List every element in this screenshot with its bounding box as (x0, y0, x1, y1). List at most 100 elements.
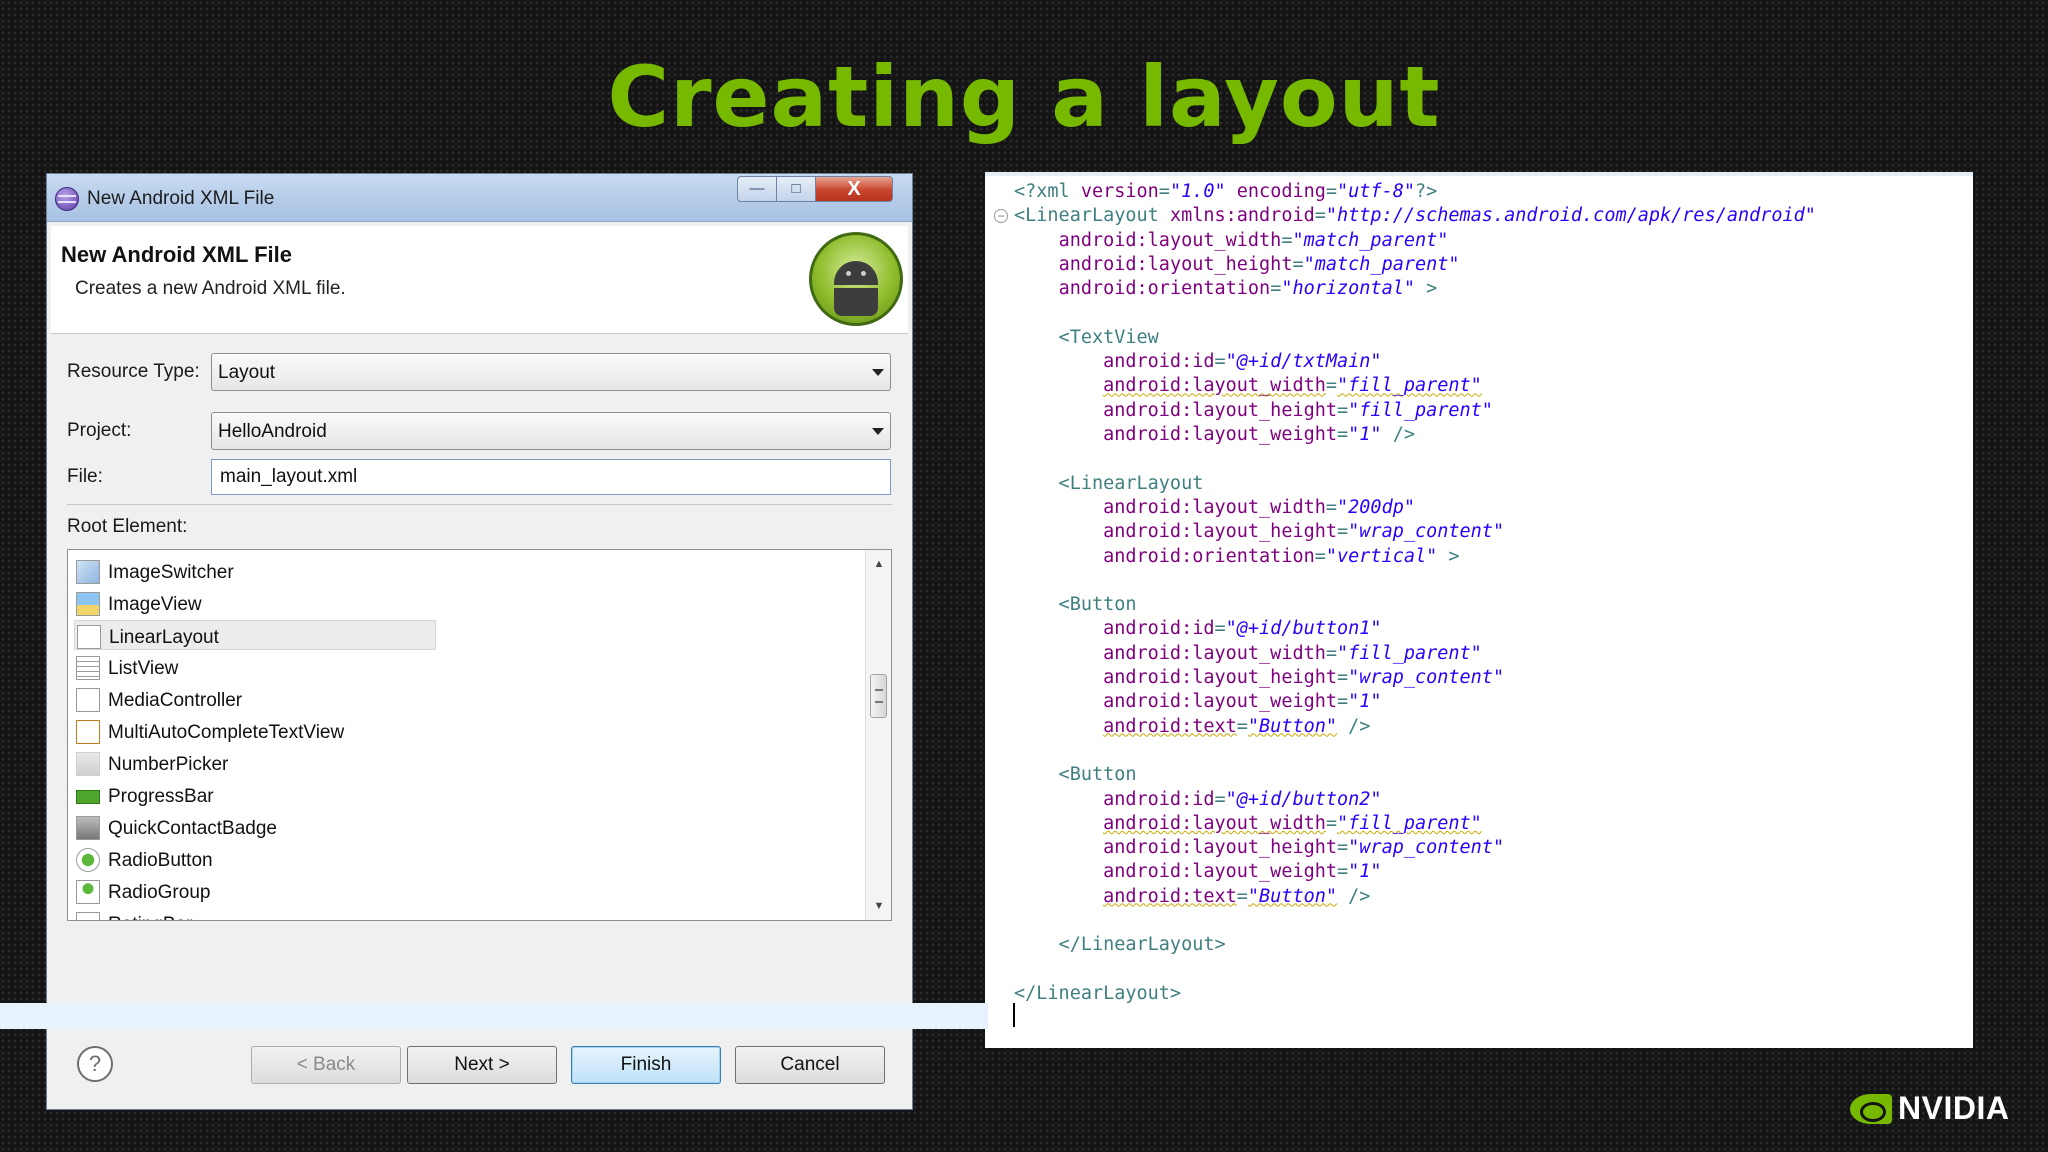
tree-item[interactable]: ImageSwitcher (74, 556, 674, 586)
nvidia-wordmark: NVIDIA (1898, 1090, 2010, 1126)
slide-title: Creating a layout (607, 48, 1441, 146)
editor-top-strip (985, 172, 1973, 176)
code-line: android:layout_weight="1" /> (1103, 424, 1415, 445)
tree-item-label: NumberPicker (108, 754, 229, 775)
tree-item[interactable]: MultiAutoCompleteTextView (74, 716, 674, 746)
code-line: android:layout_width="fill_parent" (1103, 375, 1482, 397)
tree-item[interactable]: RatingBar (74, 908, 674, 920)
chevron-down-icon (872, 369, 884, 376)
resource-type-value: Layout (218, 362, 276, 383)
code-line: android:layout_height="wrap_content" (1103, 521, 1505, 543)
nvidia-logo: NVIDIA (1850, 1090, 2010, 1130)
code-line: android:layout_width="200dp" (1103, 496, 1415, 518)
root-element-label: Root Element: (67, 516, 188, 537)
tree-item-label: RadioGroup (108, 882, 211, 903)
code-line: android:id="@+id/txtMain" (1103, 351, 1382, 373)
linear-layout-icon (77, 625, 101, 649)
android-head (834, 261, 878, 285)
tree-item[interactable]: NumberPicker (74, 748, 674, 778)
resource-type-label: Resource Type: (67, 361, 200, 382)
scroll-up-arrow-icon[interactable]: ▲ (866, 554, 891, 574)
current-line-highlight (0, 1003, 988, 1029)
tree-item[interactable]: QuickContactBadge (74, 812, 674, 842)
maximize-button[interactable]: □ (776, 176, 816, 202)
code-line: android:layout_height="match_parent" (1058, 253, 1460, 275)
scroll-thumb[interactable] (870, 674, 887, 718)
list-scrollbar[interactable]: ▲ ▼ (865, 550, 891, 920)
code-line: android:id="@+id/button1" (1103, 618, 1382, 640)
tree-item-label: ProgressBar (108, 786, 214, 807)
window-titlebar[interactable]: New Android XML File — □ X (47, 174, 912, 222)
code-line: <?xml version="1.0" encoding="utf-8"?> (1014, 181, 1438, 202)
wizard-title: New Android XML File (61, 242, 293, 267)
tree-item-label: QuickContactBadge (108, 818, 277, 839)
code-line: android:layout_width="fill_parent" (1103, 642, 1482, 664)
wizard-header: New Android XML File Creates a new Andro… (51, 226, 908, 334)
tree-item[interactable]: RadioGroup (74, 876, 674, 906)
code-line: android:layout_weight="1" (1103, 691, 1382, 713)
tree-item-label: RatingBar (108, 914, 193, 920)
project-select[interactable]: HelloAndroid (211, 412, 891, 450)
code-line: android:layout_width="match_parent" (1058, 229, 1449, 251)
nvidia-eye-icon (1850, 1094, 1892, 1124)
form-divider (67, 504, 892, 505)
code-line: <LinearLayout (1014, 472, 1204, 494)
tree-item[interactable]: ListView (74, 652, 674, 682)
number-picker-icon (76, 752, 100, 776)
tree-item[interactable]: MediaController (74, 684, 674, 714)
resource-type-select[interactable]: Layout (211, 353, 891, 391)
tree-item-label: ImageSwitcher (108, 562, 234, 583)
radio-button-icon (76, 848, 100, 872)
help-icon[interactable]: ? (77, 1046, 113, 1082)
file-label: File: (67, 466, 103, 487)
list-view-icon (76, 656, 100, 680)
progress-bar-icon (76, 790, 100, 804)
root-element-list[interactable]: ImageSwitcher ImageView LinearLayout ListVi… (67, 549, 892, 921)
finish-button[interactable]: Finish (571, 1046, 721, 1084)
code-line: </LinearLayout> (1014, 934, 1226, 956)
code-line: android:layout_height="wrap_content" (1103, 837, 1505, 859)
tree-item[interactable]: RadioButton (74, 844, 674, 874)
android-logo-icon (809, 232, 903, 326)
tree-item-label: RadioButton (108, 850, 213, 871)
code-line: </LinearLayout> (1014, 982, 1182, 1004)
code-line: android:text="Button" /> (1103, 885, 1371, 907)
back-button[interactable]: < Back (251, 1046, 401, 1084)
code-line: android:layout_weight="1" (1103, 861, 1382, 883)
code-line: <Button (1014, 764, 1137, 786)
tree-item[interactable]: LinearLayout (74, 620, 436, 650)
code-line: android:layout_height="wrap_content" (1103, 667, 1505, 688)
tree-item-label: MediaController (108, 690, 243, 711)
tree-item-label: ImageView (108, 594, 202, 615)
tree-item-label: LinearLayout (109, 627, 219, 648)
tree-item[interactable]: ProgressBar (74, 780, 674, 810)
rating-bar-icon (76, 912, 100, 920)
image-switcher-icon (76, 560, 100, 584)
cancel-button[interactable]: Cancel (735, 1046, 885, 1084)
file-name-input[interactable] (211, 459, 891, 495)
tree-item-label: ListView (108, 658, 179, 679)
code-line: android:id="@+id/button2" (1103, 788, 1382, 810)
code-line: android:orientation="vertical" > (1103, 545, 1460, 567)
scroll-down-arrow-icon[interactable]: ▼ (866, 896, 891, 916)
code-line: <LinearLayout xmlns:android="http://sche… (1014, 205, 1816, 227)
code-line: android:layout_height="fill_parent" (1103, 399, 1493, 421)
multi-autocomplete-icon (76, 720, 100, 744)
new-android-xml-file-dialog: New Android XML File — □ X New Android X… (46, 173, 913, 1110)
code-line: <Button (1014, 594, 1137, 616)
code-line: android:text="Button" /> (1103, 715, 1371, 737)
android-body (834, 288, 878, 316)
wizard-description: Creates a new Android XML file. (75, 278, 346, 299)
image-view-icon (76, 592, 100, 616)
eclipse-icon (55, 187, 79, 211)
code-line: android:orientation="horizontal" > (1058, 278, 1438, 300)
tree-item-label: MultiAutoCompleteTextView (108, 722, 345, 743)
tree-item[interactable]: ImageView (74, 588, 674, 618)
minimize-button[interactable]: — (737, 176, 777, 202)
code-line: android:layout_width="fill_parent" (1103, 812, 1482, 834)
chevron-down-icon (872, 428, 884, 435)
next-button[interactable]: Next > (407, 1046, 557, 1084)
window-title: New Android XML File (87, 188, 275, 209)
fold-collapse-icon[interactable]: − (994, 209, 1008, 223)
close-button[interactable]: X (815, 176, 893, 202)
